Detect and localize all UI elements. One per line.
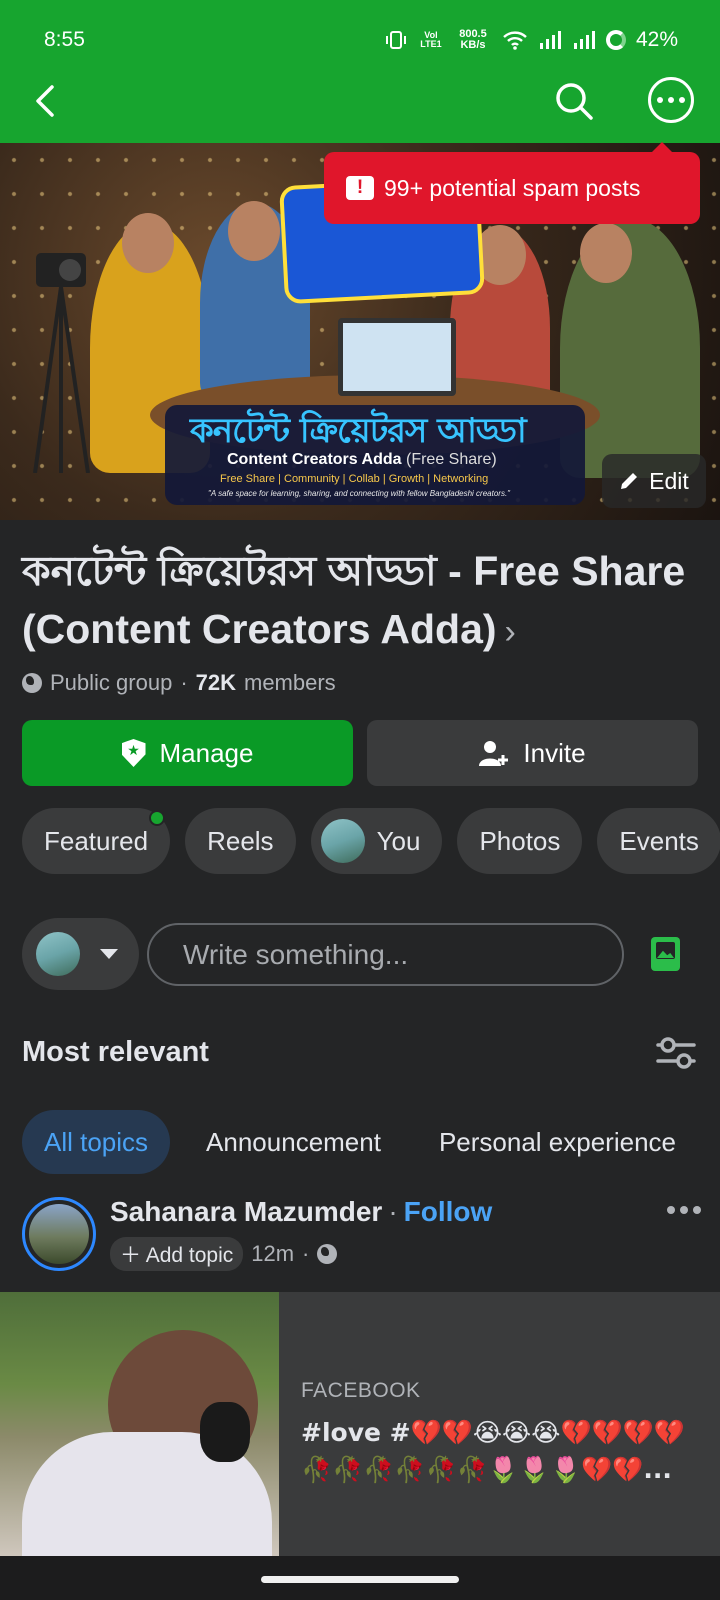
tab-photos-label: Photos <box>479 825 561 856</box>
battery-percent: 42% <box>635 28 678 51</box>
filter-sliders-icon[interactable] <box>656 1036 696 1070</box>
link-source: FACEBOOK <box>301 1379 421 1402</box>
wifi-icon <box>503 31 527 50</box>
status-bar: 8:55 Vol LTE1 800.5 KB/s 42% <box>0 28 720 58</box>
tab-events-label: Events <box>619 825 699 856</box>
back-arrow-icon[interactable] <box>26 79 66 123</box>
tab-reels[interactable]: Reels <box>185 808 296 874</box>
group-meta: Public group · 72K members <box>22 670 336 696</box>
invite-button[interactable]: Invite <box>367 720 698 786</box>
home-gesture-pill[interactable] <box>261 1576 459 1583</box>
topic-filters: All topics Announcement Personal experie… <box>22 1110 712 1174</box>
members-label: members <box>244 670 336 695</box>
navigation-bar <box>0 75 720 131</box>
laptop-illustration <box>338 318 456 396</box>
meta-separator: · <box>302 1241 310 1266</box>
tab-you[interactable]: You <box>310 808 443 874</box>
more-options-icon[interactable] <box>648 77 694 123</box>
tab-you-label: You <box>376 825 421 856</box>
tab-photos[interactable]: Photos <box>457 808 583 874</box>
post-time: 12m <box>251 1241 295 1266</box>
cover-tagline: "A safe space for learning, sharing, and… <box>208 489 510 498</box>
avatar <box>320 819 365 863</box>
post-author-line: Sahanara Mazumder · Follow <box>110 1196 492 1228</box>
top-app-bar: 8:55 Vol LTE1 800.5 KB/s 42% <box>0 0 720 143</box>
members-count: 72K <box>195 670 236 695</box>
post-as-selector[interactable] <box>22 918 139 990</box>
globe-icon <box>317 1244 338 1264</box>
photo-icon[interactable] <box>651 937 680 971</box>
cover-tags: Free Share | Community | Collab | Growth… <box>220 473 489 485</box>
invite-label: Invite <box>523 737 586 768</box>
system-navigation-bar <box>0 1556 720 1600</box>
manage-label: Manage <box>159 737 254 768</box>
add-topic-button[interactable]: ＋ Add topic <box>110 1237 244 1271</box>
tab-featured-label: Featured <box>44 825 149 856</box>
thumbnail-mask <box>200 1402 250 1462</box>
signal-icon <box>539 31 561 49</box>
camera-tripod-illustration <box>33 253 90 473</box>
shield-star-icon <box>121 739 146 767</box>
author-separator: · <box>388 1196 398 1227</box>
composer-placeholder: Write something... <box>183 938 409 970</box>
topic-announcement[interactable]: Announcement <box>184 1110 403 1174</box>
group-tabs: Featured Reels You Photos Events <box>22 808 720 874</box>
cover-subtitle: Content Creators Adda (Free Share) <box>227 451 497 469</box>
spam-banner-label: 99+ potential spam posts <box>384 174 641 201</box>
vibrate-icon <box>385 31 406 49</box>
topic-all[interactable]: All topics <box>22 1110 171 1174</box>
new-indicator-dot <box>149 810 166 826</box>
add-topic-label: Add topic <box>145 1244 234 1267</box>
cover-subtitle-main: Content Creators Adda <box>227 451 402 468</box>
chevron-right-icon: › <box>504 613 516 651</box>
tab-events[interactable]: Events <box>597 808 720 874</box>
post-more-icon[interactable] <box>667 1206 701 1214</box>
group-privacy: Public group <box>50 670 173 695</box>
write-something-input[interactable]: Write something... <box>147 923 624 986</box>
status-time: 8:55 <box>44 28 85 51</box>
battery-ring-icon <box>605 30 626 50</box>
pencil-icon <box>621 473 638 489</box>
globe-icon <box>22 673 42 693</box>
link-title: #love #💔💔😭😭😭💔💔💔💔🥀🥀🥀🥀🥀🥀🌷🌷🌷💔💔... <box>301 1418 685 1484</box>
tab-reels-label: Reels <box>207 825 274 856</box>
creator-head <box>228 201 280 261</box>
follow-button[interactable]: Follow <box>404 1196 493 1227</box>
manage-button[interactable]: Manage <box>22 720 353 786</box>
creator-head <box>580 223 632 283</box>
group-title[interactable]: কনটেন্ট ক্রিয়েটরস আড্ডা - Free Share (C… <box>22 542 702 661</box>
edit-cover-button[interactable]: Edit <box>602 454 706 508</box>
shared-link-card[interactable]: FACEBOOK #love #💔💔😭😭😭💔💔💔💔🥀🥀🥀🥀🥀🥀🌷🌷🌷💔💔... <box>0 1292 720 1556</box>
search-icon[interactable] <box>552 79 596 123</box>
group-title-text: কনটেন্ট ক্রিয়েটরস আড্ডা - Free Share (C… <box>22 548 686 652</box>
feed-sort-label[interactable]: Most relevant <box>22 1036 209 1069</box>
avatar <box>36 932 80 976</box>
status-icons: Vol LTE1 800.5 KB/s 42% <box>384 28 678 52</box>
volte-indicator: Vol LTE1 <box>420 30 442 49</box>
caret-down-icon <box>100 949 118 959</box>
post-author-name[interactable]: Sahanara Mazumder <box>110 1196 382 1227</box>
post-author-avatar[interactable] <box>22 1197 96 1271</box>
meta-separator: · <box>180 670 188 695</box>
add-person-icon <box>479 741 509 766</box>
edit-label: Edit <box>649 467 689 494</box>
spam-posts-banner[interactable]: 99+ potential spam posts <box>324 142 700 224</box>
cover-subtitle-paren: (Free Share) <box>405 451 497 468</box>
topic-personal-experience[interactable]: Personal experience <box>417 1110 698 1174</box>
creator-head <box>122 213 174 273</box>
link-thumbnail <box>0 1292 279 1556</box>
tab-featured[interactable]: Featured <box>22 808 171 874</box>
post-meta: ＋ Add topic 12m · <box>110 1237 338 1271</box>
network-speed: 800.5 KB/s <box>459 28 487 51</box>
signal-icon-2 <box>573 31 595 49</box>
warning-icon <box>346 176 374 200</box>
